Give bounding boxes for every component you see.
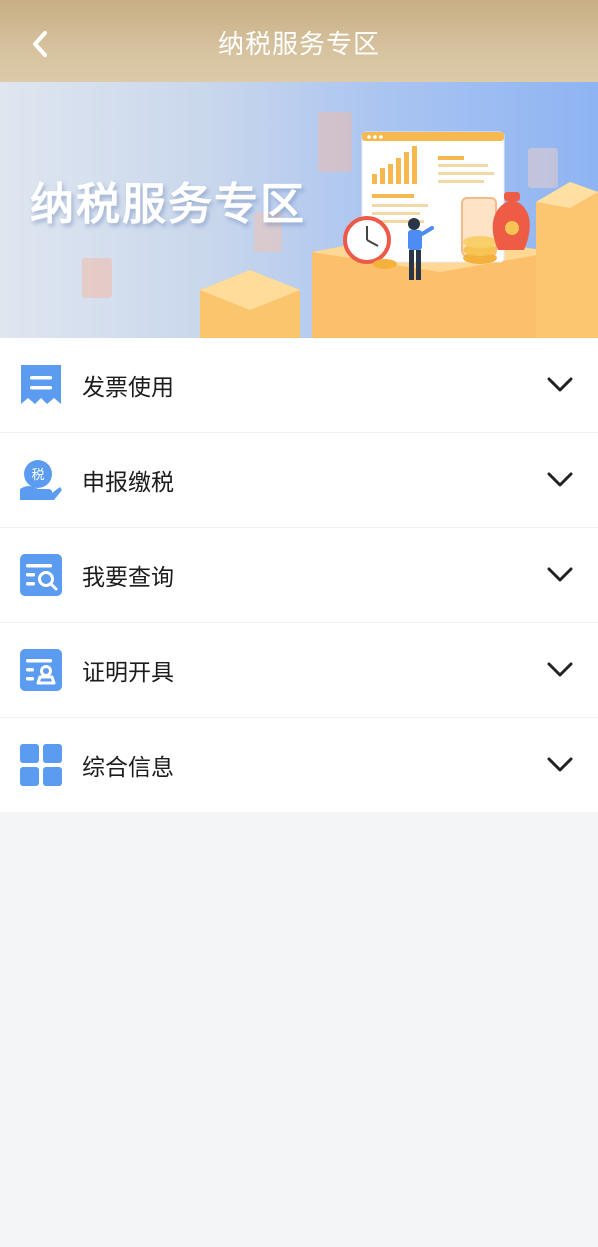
menu-item-query[interactable]: 我要查询 [0,528,598,623]
chevron-down-icon[interactable] [546,566,574,584]
chevron-down-icon[interactable] [546,756,574,774]
menu-item-label: 发票使用 [82,375,174,401]
query-icon [20,554,62,596]
menu-item-label: 我要查询 [82,565,174,591]
chevron-down-icon[interactable] [546,661,574,679]
menu-item-invoice[interactable]: 发票使用 [0,338,598,433]
menu-item-label: 综合信息 [82,755,174,781]
svg-text:税: 税 [31,468,44,483]
menu-item-tax-declaration[interactable]: 税 申报缴税 [0,433,598,528]
menu-item-label: 证明开具 [82,660,174,686]
tax-payment-icon: 税 [20,460,62,500]
service-menu: 发票使用 税 申报缴税 我要查询 证明开具 综合信息 [0,338,598,812]
banner: 纳税服务专区 [0,82,598,338]
grid-icon [20,744,62,786]
invoice-icon [21,365,61,404]
chevron-down-icon[interactable] [546,471,574,489]
banner-title: 纳税服务专区 [30,179,306,230]
menu-item-label: 申报缴税 [82,470,174,496]
certificate-icon [20,649,62,691]
page-title: 纳税服务专区 [217,30,380,60]
top-bar: 纳税服务专区 [0,0,598,82]
menu-item-general-info[interactable]: 综合信息 [0,718,598,812]
chevron-down-icon[interactable] [546,376,574,394]
menu-item-certificate[interactable]: 证明开具 [0,623,598,718]
